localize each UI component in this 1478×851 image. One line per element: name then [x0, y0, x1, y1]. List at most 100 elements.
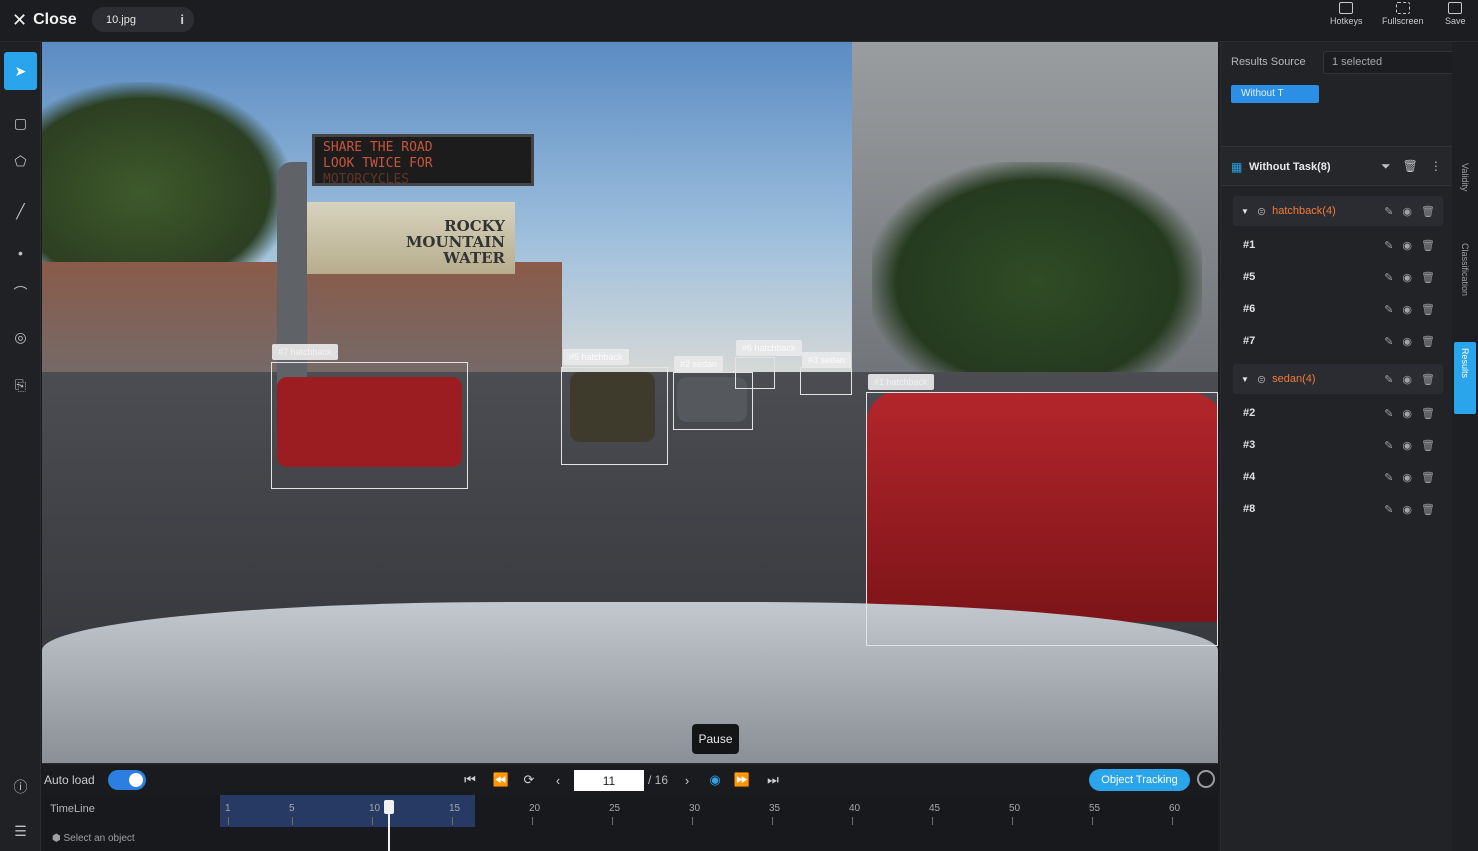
tab-validity[interactable]: Validity: [1454, 157, 1476, 232]
delete-icon[interactable]: 🗑: [1421, 239, 1435, 252]
item-label: #7: [1243, 335, 1256, 347]
group-label: hatchback(4): [1272, 205, 1336, 217]
results-source-label: Results Source: [1231, 56, 1306, 68]
collapse-arrow-icon[interactable]: ▼: [1241, 375, 1249, 384]
gear-icon[interactable]: [1197, 770, 1215, 788]
delete-icon[interactable]: 🗑: [1421, 439, 1435, 452]
item-label: #3: [1243, 439, 1256, 451]
curve-tool-icon[interactable]: ⌒: [4, 274, 37, 312]
fast-forward-icon[interactable]: ⏩: [730, 769, 754, 791]
eye-icon[interactable]: ◉: [1402, 407, 1412, 420]
result-item[interactable]: #8 ✎ ◉ 🗑: [1233, 494, 1443, 524]
sign-line-2: LOOK TWICE FOR: [323, 156, 433, 171]
prev-frame-icon[interactable]: ‹: [546, 769, 570, 791]
road-sign: SHARE THE ROAD LOOK TWICE FOR MOTORCYCLE…: [312, 134, 534, 187]
frame-number-input[interactable]: [574, 770, 644, 791]
bbox-hatchback-5[interactable]: [561, 367, 668, 465]
settings-sliders-icon[interactable]: ☰: [4, 812, 37, 850]
edit-icon[interactable]: ✎: [1384, 471, 1393, 484]
line-tool-icon[interactable]: ╱: [4, 192, 37, 230]
delete-icon[interactable]: 🗑: [1403, 159, 1418, 174]
eye-icon[interactable]: ◉: [1402, 303, 1412, 316]
timeline-tick-label: 35: [769, 803, 781, 814]
tab-results[interactable]: Results: [1454, 342, 1476, 414]
delete-icon[interactable]: 🗑: [1421, 373, 1435, 386]
result-group[interactable]: ▼ ⊜ hatchback(4) ✎ ◉ 🗑: [1233, 196, 1443, 226]
bbox-hatchback-7[interactable]: [271, 362, 468, 489]
edit-icon[interactable]: ✎: [1384, 239, 1393, 252]
row-actions: ✎ ◉ 🗑: [1384, 303, 1435, 316]
object-tracking-button[interactable]: Object Tracking: [1089, 769, 1190, 791]
last-frame-icon[interactable]: ⏭: [761, 769, 785, 791]
timeline-playhead[interactable]: [384, 800, 394, 814]
bbox-hatchback-1[interactable]: [866, 392, 1218, 646]
delete-icon[interactable]: 🗑: [1421, 271, 1435, 284]
bbox-sedan-3[interactable]: [800, 367, 852, 395]
bbox-label: #3 sedan: [802, 352, 852, 368]
edit-icon[interactable]: ✎: [1384, 373, 1393, 386]
eye-icon[interactable]: ◉: [1402, 373, 1412, 386]
edit-icon[interactable]: ✎: [1384, 503, 1393, 516]
point-tool-icon[interactable]: •: [4, 234, 37, 272]
ocr-tool-icon[interactable]: ⎘: [4, 366, 37, 404]
edit-icon[interactable]: ✎: [1384, 303, 1393, 316]
close-button[interactable]: ✕ Close: [12, 8, 77, 32]
replay-icon[interactable]: ⟳: [517, 769, 541, 791]
pause-icon[interactable]: ◉: [703, 769, 727, 791]
eye-icon[interactable]: ◉: [1402, 205, 1412, 218]
delete-icon[interactable]: 🗑: [1421, 303, 1435, 316]
more-icon[interactable]: ⋮: [1430, 159, 1442, 174]
first-frame-icon[interactable]: ⏮: [458, 769, 482, 791]
result-item[interactable]: #2 ✎ ◉ 🗑: [1233, 398, 1443, 428]
help-icon[interactable]: ⓘ: [4, 768, 37, 806]
delete-icon[interactable]: 🗑: [1421, 471, 1435, 484]
hotkeys-button[interactable]: Hotkeys: [1330, 2, 1363, 26]
polygon-tool-icon[interactable]: ⬠: [4, 142, 37, 180]
delete-icon[interactable]: 🗑: [1421, 205, 1435, 218]
eye-icon[interactable]: ◉: [1402, 271, 1412, 284]
result-item[interactable]: #4 ✎ ◉ 🗑: [1233, 462, 1443, 492]
result-item[interactable]: #5 ✎ ◉ 🗑: [1233, 262, 1443, 292]
edit-icon[interactable]: ✎: [1384, 407, 1393, 420]
timeline-tick-mark: [372, 817, 373, 825]
edit-icon[interactable]: ✎: [1384, 335, 1393, 348]
results-source-tag[interactable]: Without T: [1231, 85, 1319, 103]
result-group[interactable]: ▼ ⊜ sedan(4) ✎ ◉ 🗑: [1233, 364, 1443, 394]
filter-icon[interactable]: ⏷: [1381, 159, 1391, 174]
bbox-label: #1 hatchback: [868, 374, 934, 390]
edit-icon[interactable]: ✎: [1384, 205, 1393, 218]
result-item[interactable]: #6 ✎ ◉ 🗑: [1233, 294, 1443, 324]
rewind-icon[interactable]: ⏪: [489, 769, 513, 791]
tab-classification[interactable]: Classification: [1454, 237, 1476, 337]
rectangle-tool-icon[interactable]: ▢: [4, 104, 37, 142]
timeline-ticks[interactable]: 1 5 10 15 20 25 30 35 40 45 50 55 60: [42, 795, 1218, 827]
edit-icon[interactable]: ✎: [1384, 271, 1393, 284]
delete-icon[interactable]: 🗑: [1421, 503, 1435, 516]
cursor-icon[interactable]: ➤: [4, 52, 37, 90]
target-tool-icon[interactable]: ◎: [4, 318, 37, 356]
collapse-arrow-icon[interactable]: ▼: [1241, 207, 1249, 216]
eye-icon[interactable]: ◉: [1402, 239, 1412, 252]
autoload-toggle[interactable]: [108, 770, 146, 790]
bbox-hatchback-6[interactable]: [735, 357, 775, 389]
eye-icon[interactable]: ◉: [1402, 335, 1412, 348]
result-item[interactable]: #1 ✎ ◉ 🗑: [1233, 230, 1443, 260]
next-frame-icon[interactable]: ›: [675, 769, 699, 791]
timeline-tick-mark: [1012, 817, 1013, 825]
result-item[interactable]: #7 ✎ ◉ 🗑: [1233, 326, 1443, 356]
result-item[interactable]: #3 ✎ ◉ 🗑: [1233, 430, 1443, 460]
save-button[interactable]: Save: [1445, 2, 1466, 26]
delete-icon[interactable]: 🗑: [1421, 335, 1435, 348]
annotation-canvas[interactable]: SHARE THE ROAD LOOK TWICE FOR MOTORCYCLE…: [42, 42, 1218, 763]
eye-icon[interactable]: ◉: [1402, 439, 1412, 452]
item-label: #1: [1243, 239, 1256, 251]
edit-icon[interactable]: ✎: [1384, 439, 1393, 452]
info-icon[interactable]: i: [180, 12, 184, 27]
playback-controls: Auto load ⏮ ⏪ ⟳ ‹ / 16 › ◉ ⏩ ⏭ Object Tr…: [42, 763, 1218, 795]
eye-icon[interactable]: ◉: [1402, 471, 1412, 484]
delete-icon[interactable]: 🗑: [1421, 407, 1435, 420]
group-icon: ⊜: [1256, 205, 1267, 218]
fullscreen-button[interactable]: Fullscreen: [1382, 2, 1424, 26]
eye-icon[interactable]: ◉: [1402, 503, 1412, 516]
results-source-select[interactable]: 1 selected: [1323, 51, 1467, 74]
